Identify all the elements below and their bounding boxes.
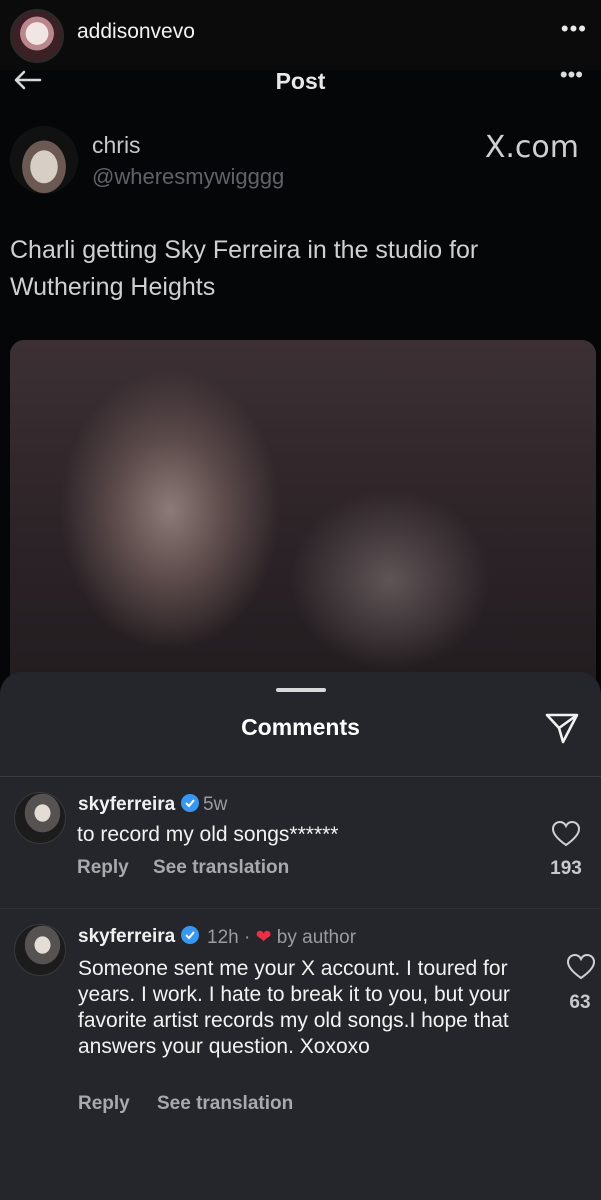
like-heart-icon[interactable] xyxy=(552,821,580,847)
comments-title: Comments xyxy=(241,714,360,740)
sheet-drag-handle[interactable] xyxy=(276,688,326,692)
divider xyxy=(0,908,601,909)
verified-badge-icon xyxy=(181,794,200,812)
divider xyxy=(0,776,601,777)
see-translation-button[interactable]: See translation xyxy=(153,857,289,879)
author-avatar[interactable] xyxy=(10,126,78,194)
reply-button[interactable]: Reply xyxy=(78,1093,130,1115)
comment-timestamp: 5w xyxy=(203,794,228,815)
like-heart-icon[interactable] xyxy=(567,954,595,980)
verified-badge-icon xyxy=(181,926,200,944)
share-icon[interactable] xyxy=(543,710,581,746)
by-author-badge: by author xyxy=(276,927,357,948)
author-name[interactable]: chris xyxy=(92,132,141,159)
avatar[interactable] xyxy=(10,9,64,63)
comment-avatar[interactable] xyxy=(14,924,66,976)
like-count: 63 xyxy=(569,992,591,1013)
comment-avatar[interactable] xyxy=(14,792,66,844)
post-media-image[interactable] xyxy=(10,340,596,690)
reply-button[interactable]: Reply xyxy=(77,857,129,879)
post-title: Post xyxy=(275,70,326,94)
post-text: Charli getting Sky Ferreira in the studi… xyxy=(10,236,479,301)
comment-text: Someone sent me your X account. I toured… xyxy=(78,957,510,1058)
like-count: 193 xyxy=(550,858,582,879)
profile-username[interactable]: addisonvevo xyxy=(77,20,195,44)
comment-username[interactable]: skyferreira xyxy=(78,926,200,948)
x-logo: X.com xyxy=(484,130,579,165)
author-handle[interactable]: @wheresmywigggg xyxy=(92,164,284,190)
comment-timestamp: 12h · ❤ by author xyxy=(207,927,357,948)
more-options-icon[interactable]: ••• xyxy=(561,16,587,42)
comment-username[interactable]: skyferreira xyxy=(78,794,200,816)
ig-header: addisonvevo ••• xyxy=(0,0,601,70)
post-more-icon[interactable]: ••• xyxy=(560,70,583,88)
author-liked-heart-icon: ❤ xyxy=(255,927,272,948)
embedded-post: Post ••• chris @wheresmywigggg X.com Cha… xyxy=(0,70,601,690)
comment-text: to record my old songs****** xyxy=(77,823,339,846)
comments-sheet: Comments skyferreira 5w to record my old… xyxy=(0,672,601,1200)
see-translation-button[interactable]: See translation xyxy=(157,1093,293,1115)
